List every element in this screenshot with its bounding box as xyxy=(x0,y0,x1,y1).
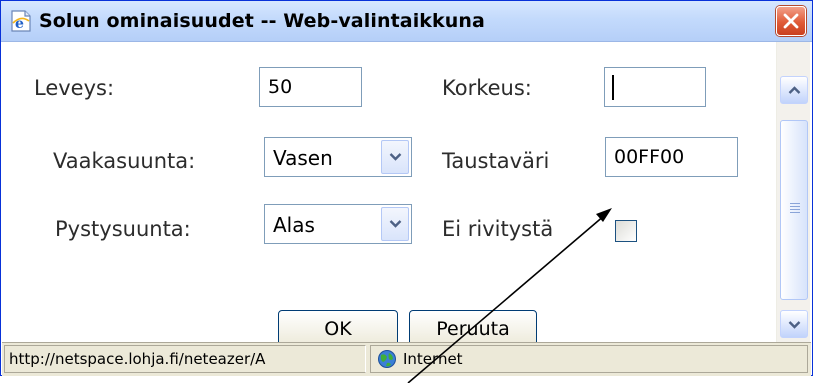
chevron-up-icon xyxy=(788,86,801,94)
globe-icon xyxy=(377,349,397,373)
horizontal-align-value: Vasen xyxy=(273,146,333,170)
scroll-down-button[interactable] xyxy=(780,310,808,338)
scrollbar-thumb[interactable] xyxy=(780,120,808,300)
no-wrap-label: Ei rivitystä xyxy=(442,217,554,241)
ok-button[interactable]: OK xyxy=(278,310,398,342)
dialog-window: e Solun ominaisuudet -- Web-valintaikkun… xyxy=(0,0,813,376)
background-color-label: Taustaväri xyxy=(442,149,550,173)
ie-page-icon: e xyxy=(9,9,33,33)
vertical-align-label: Pystysuunta: xyxy=(55,217,191,241)
horizontal-align-dropdown-button[interactable] xyxy=(381,140,409,174)
height-input[interactable] xyxy=(604,67,706,107)
cancel-button[interactable]: Peruuta xyxy=(409,310,537,342)
vertical-scrollbar[interactable] xyxy=(776,42,810,342)
chevron-down-icon xyxy=(788,321,801,329)
close-icon xyxy=(783,13,799,29)
no-wrap-checkbox[interactable] xyxy=(615,220,637,242)
status-zone: Internet xyxy=(370,345,808,373)
vertical-align-select[interactable]: Alas xyxy=(264,204,412,244)
zone-label: Internet xyxy=(403,350,463,368)
window-title: Solun ominaisuudet -- Web-valintaikkuna xyxy=(39,10,485,32)
chevron-down-icon xyxy=(389,220,402,228)
close-button[interactable] xyxy=(776,6,806,36)
status-url: http://netspace.lohja.fi/neteazer/A xyxy=(4,345,366,373)
title-bar[interactable]: e Solun ominaisuudet -- Web-valintaikkun… xyxy=(1,1,812,42)
chevron-down-icon xyxy=(389,153,402,161)
horizontal-align-label: Vaakasuunta: xyxy=(53,149,196,173)
dialog-content: Leveys: 50 Korkeus: Vaakasuunta: Vasen T… xyxy=(2,42,775,342)
horizontal-align-select[interactable]: Vasen xyxy=(264,137,412,177)
vertical-align-value: Alas xyxy=(273,213,315,237)
width-label: Leveys: xyxy=(34,76,115,100)
width-input[interactable]: 50 xyxy=(259,67,362,107)
height-label: Korkeus: xyxy=(442,76,532,100)
scroll-up-button[interactable] xyxy=(780,76,808,104)
status-bar: http://netspace.lohja.fi/neteazer/A Inte… xyxy=(2,342,811,376)
text-caret xyxy=(612,75,614,100)
vertical-align-dropdown-button[interactable] xyxy=(381,207,409,241)
background-color-input[interactable]: 00FF00 xyxy=(605,137,738,177)
grip-icon xyxy=(790,203,800,215)
